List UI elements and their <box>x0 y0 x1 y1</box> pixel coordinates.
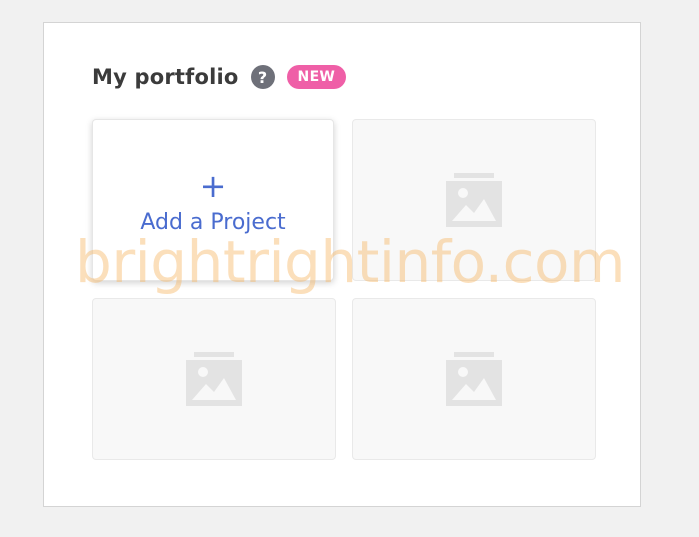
project-placeholder-1 <box>352 119 596 281</box>
project-placeholder-2 <box>92 298 336 460</box>
image-icon <box>186 352 242 406</box>
portfolio-header: My portfolio ? NEW <box>92 63 347 91</box>
portfolio-title: My portfolio <box>92 65 239 89</box>
plus-icon: + <box>199 166 227 205</box>
portfolio-card: My portfolio ? NEW + Add a Project <box>43 22 641 507</box>
image-icon <box>446 173 502 227</box>
project-placeholder-3 <box>352 298 596 460</box>
add-project-label: Add a Project <box>140 209 286 235</box>
help-icon[interactable]: ? <box>250 65 275 89</box>
image-icon <box>446 352 502 406</box>
new-badge: NEW <box>286 65 347 89</box>
add-project-button[interactable]: + Add a Project <box>92 119 334 281</box>
